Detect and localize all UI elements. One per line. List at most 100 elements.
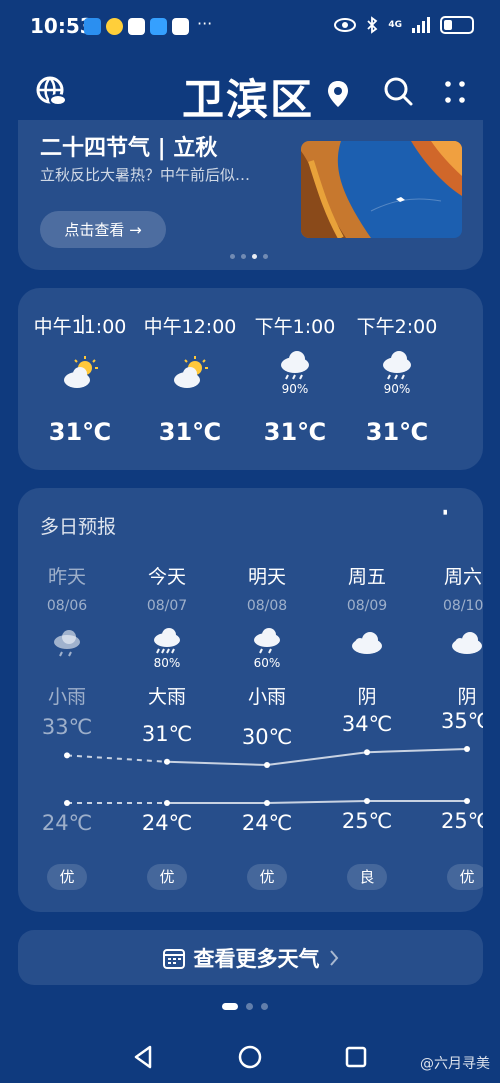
solar-term-card[interactable]: 二十四节气 | 立秋 立秋反比大暑热？中午前后似… 点击查看 → xyxy=(18,120,483,270)
day-date: 08/07 xyxy=(146,598,188,614)
location-pin-icon[interactable] xyxy=(322,78,354,110)
light-rain-icon xyxy=(54,630,80,657)
trend-point xyxy=(264,800,270,806)
navigation-bar: @六月寻美 xyxy=(0,1030,500,1083)
precip-percent: 90% xyxy=(383,382,411,396)
home-icon[interactable] xyxy=(237,1044,263,1070)
hour-temp: 31℃ xyxy=(158,418,222,446)
signal-icon xyxy=(412,17,430,33)
trend-point xyxy=(364,798,370,804)
precip-percent: 60% xyxy=(253,656,281,670)
back-icon[interactable] xyxy=(131,1044,157,1070)
trend-segment xyxy=(266,800,368,804)
hour-temp: 31℃ xyxy=(263,418,327,446)
trend-point xyxy=(464,746,470,752)
multi-day-forecast-card[interactable]: 多日预报 ··· 昨天 08/06 小雨 33℃ 24℃ 优 今天 08/07 … xyxy=(18,488,483,912)
aqi-badge: 良 xyxy=(347,864,387,890)
status-right: 4G xyxy=(334,16,474,34)
globe-weather-icon[interactable] xyxy=(34,74,70,110)
page-indicator xyxy=(222,1003,268,1010)
day-date: 08/10 xyxy=(443,598,483,614)
sun-cloud-icon xyxy=(64,356,98,388)
status-bar: 10:53 ··· 4G xyxy=(0,0,500,56)
carousel-dots xyxy=(230,254,268,259)
day-condition: 阴 xyxy=(357,686,377,708)
day-high-temp: 31℃ xyxy=(141,721,193,746)
day-low-temp: 24℃ xyxy=(241,811,293,835)
trend-segment xyxy=(166,760,268,766)
more-dots-icon[interactable] xyxy=(438,74,474,110)
trend-point xyxy=(164,800,170,806)
day-name: 今天 xyxy=(147,566,186,588)
trend-point xyxy=(364,749,370,756)
day-low-temp: 25℃ xyxy=(341,809,393,833)
solar-term-title: 二十四节气 | 立秋 xyxy=(40,136,218,161)
cloudy-icon xyxy=(452,632,482,654)
calendar-icon xyxy=(162,948,185,969)
trend-point xyxy=(464,798,470,804)
watermark: @六月寻美 xyxy=(420,1056,490,1072)
day-name: 昨天 xyxy=(47,566,86,588)
avatar-app-icon xyxy=(106,18,123,35)
notification-icons: ··· xyxy=(84,14,213,35)
autumn-lake-image xyxy=(301,141,462,238)
bluetooth-icon xyxy=(367,16,378,34)
day-name: 周六 xyxy=(444,566,483,588)
day-high-temp: 34℃ xyxy=(341,712,393,737)
hour-time: 下午2:00 xyxy=(356,316,438,338)
network-type: 4G xyxy=(388,20,402,30)
day-low-temp: 24℃ xyxy=(41,811,93,835)
view-detail-button[interactable]: 点击查看 → xyxy=(40,211,166,248)
sun-cloud-icon xyxy=(174,356,208,388)
recents-icon[interactable] xyxy=(343,1044,369,1070)
precip-percent: 80% xyxy=(153,656,181,670)
day-low-temp: 24℃ xyxy=(141,811,193,835)
precip-percent: 90% xyxy=(281,382,309,396)
day-condition: 大雨 xyxy=(147,686,186,708)
search-icon[interactable] xyxy=(381,74,417,110)
trend-segment xyxy=(266,751,368,766)
eye-icon xyxy=(334,18,357,32)
trend-point xyxy=(164,758,170,765)
baidu-app-icon xyxy=(172,18,189,35)
day-date: 08/08 xyxy=(246,598,288,614)
trend-point xyxy=(64,752,70,759)
rain-icon xyxy=(281,351,309,380)
battery-icon xyxy=(440,16,474,34)
solar-term-subtitle: 立秋反比大暑热？中午前后似… xyxy=(40,166,251,184)
day-condition: 阴 xyxy=(457,686,477,708)
day-low-temp: 25℃ xyxy=(441,809,483,833)
day-date: 08/09 xyxy=(346,598,388,614)
message-app-icon xyxy=(84,18,101,35)
day-condition: 小雨 xyxy=(247,686,286,708)
trend-segment xyxy=(66,754,168,763)
chevron-right-icon xyxy=(329,949,338,966)
day-condition: 小雨 xyxy=(47,686,86,708)
trend-point xyxy=(264,762,270,768)
day-high-temp: 33℃ xyxy=(41,715,93,740)
trend-point xyxy=(64,800,70,806)
hour-time: 中午11:00 xyxy=(33,316,127,338)
baidu-app-icon xyxy=(128,18,145,35)
day-high-temp: 30℃ xyxy=(241,725,293,749)
aqi-badge: 优 xyxy=(147,864,187,890)
aqi-badge: 优 xyxy=(447,864,483,890)
more-weather-label: 查看更多天气 xyxy=(193,946,320,971)
day-name: 明天 xyxy=(247,566,286,588)
hour-temp: 31℃ xyxy=(365,418,429,446)
page-title: 卫滨区 xyxy=(182,75,315,124)
trend-segment xyxy=(366,748,468,754)
rain-icon xyxy=(383,351,411,380)
search-app-icon xyxy=(150,18,167,35)
day-high-temp: 35℃ xyxy=(441,709,483,733)
more-notifications-icon: ··· xyxy=(197,14,213,33)
hour-temp: 31℃ xyxy=(48,418,112,446)
more-weather-button[interactable]: 查看更多天气 xyxy=(18,930,483,985)
cloudy-icon xyxy=(352,632,382,654)
hour-time: 下午1:00 xyxy=(254,316,336,338)
day-name: 周五 xyxy=(347,566,386,588)
hourly-forecast-card[interactable]: | 中午11:00 31℃ 中午12:00 31℃ 下午1:00 90% 31℃… xyxy=(18,288,483,470)
day-date: 08/06 xyxy=(46,598,88,614)
hour-time: 中午12:00 xyxy=(143,316,237,338)
aqi-badge: 优 xyxy=(47,864,87,890)
